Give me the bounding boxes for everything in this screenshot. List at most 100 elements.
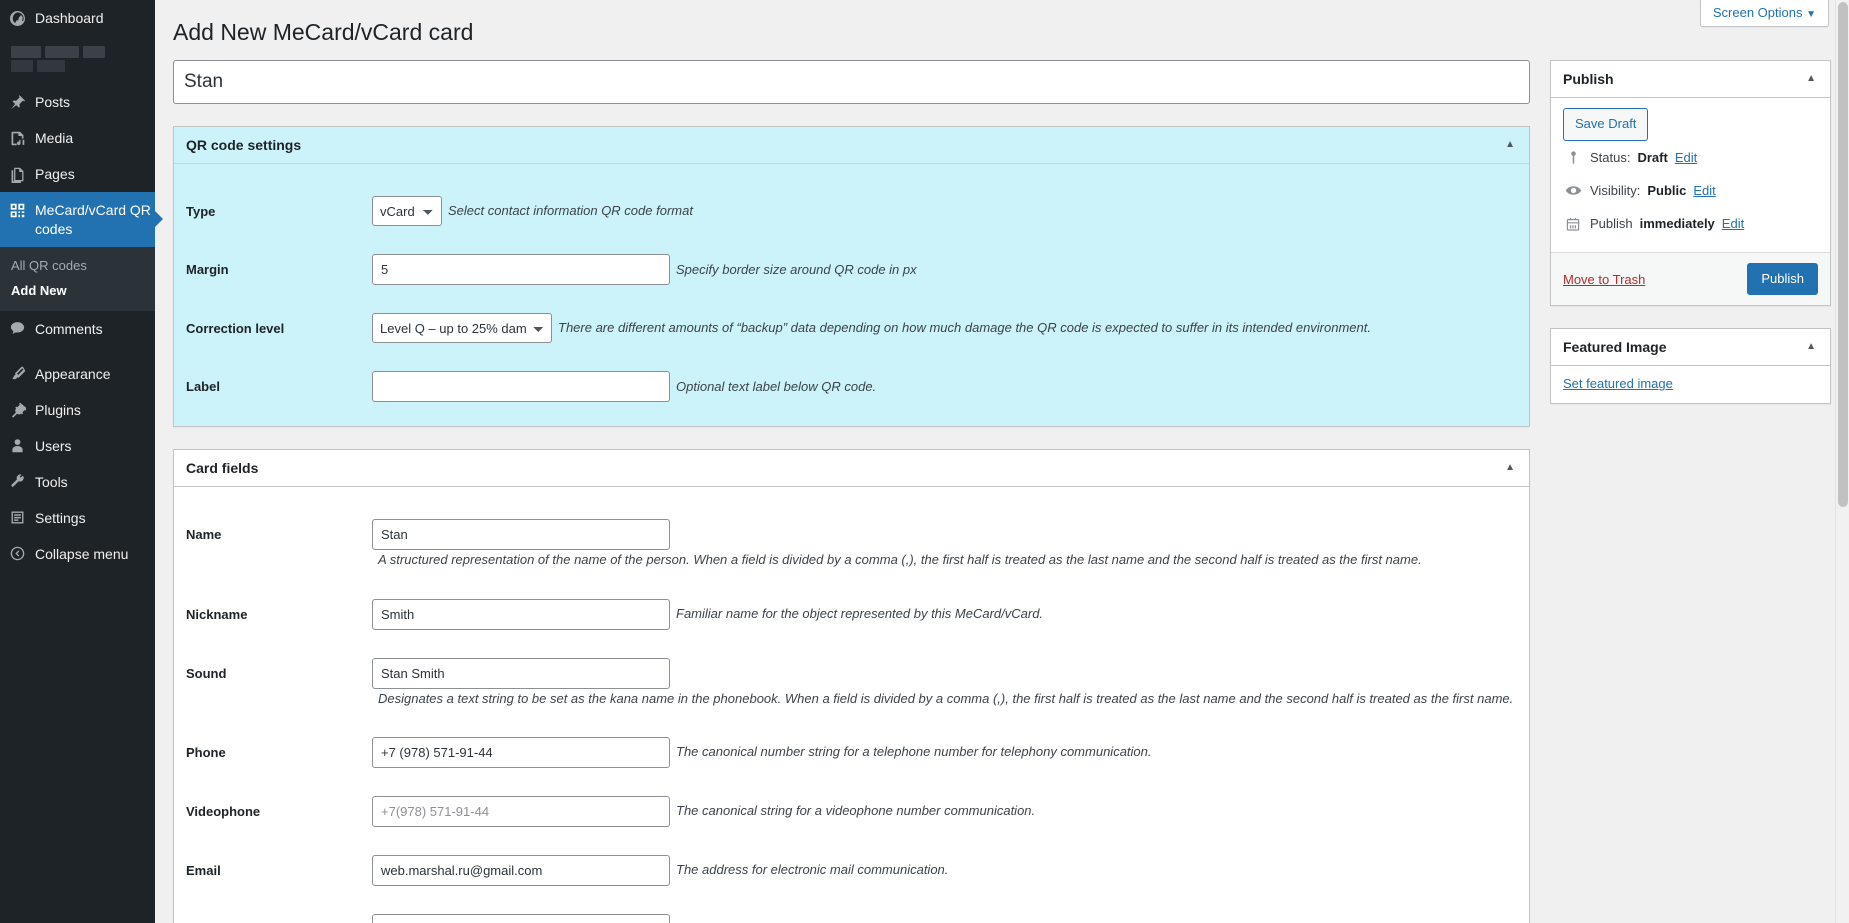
page-scrollbar-thumb[interactable] (1838, 2, 1848, 507)
field-description: A structured representation of the name … (378, 552, 1422, 568)
pin-icon (9, 92, 35, 112)
sidebar-item-mecard-vcard-qr-codes[interactable]: MeCard/vCard QR codes (0, 192, 163, 247)
sound-input[interactable] (372, 657, 670, 689)
sidebar-item-label: Tools (35, 473, 68, 490)
field-description: Familiar name for the object represented… (676, 606, 1044, 622)
field-label: Type (186, 204, 216, 220)
publish-panel: Publish ▲ Save Draft Status: Draft Edit (1550, 59, 1831, 307)
label-input[interactable] (372, 371, 670, 403)
save-draft-button[interactable]: Save Draft (1563, 107, 1649, 141)
chevron-down-icon: ▼ (1806, 9, 1816, 20)
sidebar-item-comments[interactable]: Comments (0, 311, 155, 347)
set-featured-image-link[interactable]: Set featured image (1563, 376, 1673, 391)
field-label: Phone (186, 744, 226, 760)
post-title-input[interactable] (174, 60, 1529, 104)
status-row: Status: Draft Edit (1563, 141, 1818, 174)
screen-options-button[interactable]: Screen Options ▼ (1699, 0, 1829, 27)
field-description: There are different amounts of “backup” … (558, 320, 1371, 336)
post-body-main: QR code settings ▲ Type vCard (173, 59, 1530, 923)
field-description: The address for electronic mail communic… (676, 862, 949, 878)
schedule-value: immediately (1639, 216, 1715, 232)
email-input[interactable] (372, 854, 670, 886)
phone-input[interactable] (372, 736, 670, 768)
address-input[interactable] (372, 913, 670, 923)
collapse-icon (9, 544, 35, 564)
post-body-sidebar: Publish ▲ Save Draft Status: Draft Edit (1550, 59, 1831, 923)
visibility-row: Visibility: Public Edit (1563, 174, 1818, 207)
field-label: Margin (186, 262, 229, 278)
field-label: Address (186, 914, 372, 923)
sidebar-item-label: Appearance (35, 365, 111, 382)
move-to-trash-link[interactable]: Move to Trash (1563, 272, 1645, 287)
page-scrollbar[interactable] (1835, 0, 1849, 923)
featured-image-panel-header[interactable]: Featured Image ▲ (1551, 329, 1830, 367)
admin-sidebar: Dashboard Posts Media Pages MeCard/vCard… (0, 0, 163, 923)
field-label: Videophone (186, 803, 261, 819)
correction-level-select[interactable]: Level Q – up to 25% damage (372, 313, 552, 344)
collapse-toggle-icon[interactable]: ▲ (1505, 140, 1517, 150)
sidebar-item-label: Pages (35, 166, 75, 182)
sidebar-item-label: Dashboard (35, 10, 104, 26)
user-icon (9, 436, 35, 456)
screen-options-label: Screen Options (1712, 5, 1803, 20)
sidebar-subitem-all-qr-codes[interactable]: All QR codes (0, 253, 155, 278)
field-row-margin: Margin Specify border size around QR cod… (186, 232, 1517, 286)
field-description: The canonical number string for a teleph… (676, 744, 1152, 760)
calendar-icon (1563, 214, 1583, 234)
collapse-toggle-icon[interactable]: ▲ (1806, 73, 1818, 84)
sidebar-item-label: Comments (35, 320, 103, 337)
sidebar-item-label: Users (35, 437, 72, 454)
redaction-block (45, 46, 79, 58)
redaction-block (11, 60, 33, 72)
publish-panel-body: Save Draft Status: Draft Edit Visibility… (1551, 98, 1830, 252)
sidebar-item-pages[interactable]: Pages (0, 156, 155, 192)
card-fields-header[interactable]: Card fields ▲ (174, 450, 1529, 488)
panel-title: Featured Image (1563, 339, 1667, 356)
sidebar-item-collapse-menu[interactable]: Collapse menu (0, 536, 155, 572)
field-label: Name (186, 527, 222, 543)
field-description: The canonical string for a videophone nu… (676, 803, 1036, 819)
sidebar-item-tools[interactable]: Tools (0, 464, 155, 500)
brush-icon (9, 364, 35, 384)
sidebar-item-plugins[interactable]: Plugins (0, 392, 155, 428)
sidebar-item-dashboard[interactable]: Dashboard (0, 0, 155, 36)
sidebar-item-settings[interactable]: Settings (0, 500, 155, 536)
dashboard-icon (9, 8, 35, 28)
sidebar-item-media[interactable]: Media (0, 120, 155, 156)
nickname-input[interactable] (372, 598, 670, 630)
field-row-type: Type vCard Select contact information QR… (186, 174, 1517, 227)
field-description: The physical delivery address. The field… (676, 919, 1517, 923)
collapse-toggle-icon[interactable]: ▲ (1505, 463, 1517, 473)
sidebar-item-users[interactable]: Users (0, 428, 155, 464)
redaction-block (37, 60, 65, 72)
publish-button[interactable]: Publish (1747, 262, 1818, 296)
schedule-edit-link[interactable]: Edit (1722, 216, 1744, 231)
publish-panel-footer: Move to Trash Publish (1551, 251, 1830, 306)
sidebar-subitem-add-new[interactable]: Add New (0, 278, 155, 303)
name-input[interactable] (372, 519, 670, 551)
type-select[interactable]: vCard (372, 196, 442, 227)
visibility-edit-link[interactable]: Edit (1693, 183, 1715, 198)
sidebar-item-label: Plugins (35, 401, 81, 418)
margin-input[interactable] (372, 254, 670, 286)
sidebar-item-appearance[interactable]: Appearance (0, 356, 155, 392)
publish-panel-header[interactable]: Publish ▲ (1551, 61, 1830, 98)
settings-icon (9, 508, 35, 528)
page-title: Add New MeCard/vCard card (173, 19, 474, 45)
qr-code-settings-header[interactable]: QR code settings ▲ (174, 127, 1529, 165)
sidebar-subitem-label: All QR codes (11, 257, 87, 273)
redaction-block (83, 46, 105, 58)
comments-icon (9, 319, 35, 339)
site-name-redacted (0, 36, 155, 84)
visibility-value: Public (1647, 183, 1687, 199)
field-row-email: Email The address for electronic mail co… (186, 833, 1517, 886)
pages-icon (9, 164, 35, 184)
sidebar-item-posts[interactable]: Posts (0, 84, 155, 120)
videophone-input[interactable] (372, 795, 670, 827)
collapse-toggle-icon[interactable]: ▲ (1806, 342, 1818, 352)
eye-icon (1563, 181, 1583, 201)
qr-code-icon (9, 200, 35, 220)
qr-code-settings-body: Type vCard Select contact information QR… (174, 164, 1529, 426)
status-edit-link[interactable]: Edit (1675, 150, 1697, 165)
admin-content-area: Screen Options ▼ Add New MeCard/vCard ca… (155, 0, 1849, 923)
